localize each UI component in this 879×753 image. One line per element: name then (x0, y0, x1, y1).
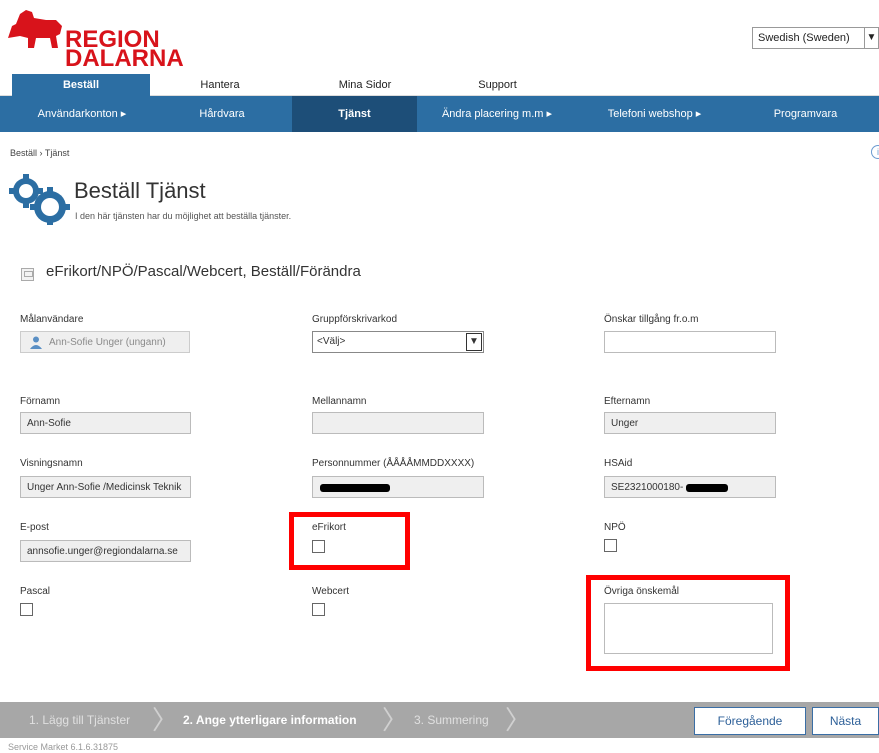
fornamn-field[interactable]: Ann-Sofie (20, 412, 191, 434)
personnummer-label: Personnummer (ÅÅÅÅMMDDXXXX) (312, 458, 475, 469)
chevron-right-icon: 〉 (152, 705, 179, 735)
chevron-right-icon: 〉 (505, 705, 532, 735)
language-value: Swedish (Sweden) (758, 32, 850, 44)
info-icon[interactable]: i (871, 145, 879, 159)
header: REGION DALARNA Swedish (Sweden) ▼ (0, 0, 879, 72)
section-title: eFrikort/NPÖ/Pascal/Webcert, Beställ/För… (46, 263, 361, 280)
npo-label: NPÖ (604, 522, 626, 533)
page-title: Beställ Tjänst (74, 178, 206, 203)
logo-line-2: DALARNA (65, 45, 184, 72)
visningsnamn-label: Visningsnamn (20, 458, 83, 469)
chevron-down-icon: ▼ (864, 28, 878, 48)
onskar-tillgang-input[interactable] (604, 331, 776, 353)
previous-button[interactable]: Föregående (694, 707, 806, 735)
nav-tab-bestall[interactable]: Beställ (12, 74, 150, 96)
gears-icon (9, 174, 70, 225)
dala-horse-icon (8, 10, 62, 48)
hsaid-label: HSAid (604, 458, 633, 469)
malanvandare-value: Ann-Sofie Unger (ungann) (49, 337, 166, 348)
page-subtitle: I den här tjänsten har du möjlighet att … (75, 211, 292, 221)
redacted-mark (320, 484, 390, 492)
chevron-down-icon: ▼ (466, 333, 482, 351)
subnav-hardvara[interactable]: Hårdvara (152, 96, 292, 132)
fornamn-label: Förnamn (20, 396, 61, 407)
malanvandare-field[interactable]: Ann-Sofie Unger (ungann) (20, 331, 190, 353)
efternamn-field[interactable]: Unger (604, 412, 776, 434)
highlight-box (586, 575, 790, 671)
onskar-tillgang-label: Önskar tillgång fr.o.m (604, 314, 699, 325)
efternamn-label: Efternamn (604, 396, 651, 407)
redacted-mark (686, 484, 728, 492)
subnav-andra-placering[interactable]: Ändra placering m.m ▸ (417, 96, 577, 132)
section-icon (21, 268, 34, 281)
webcert-checkbox[interactable] (312, 603, 325, 616)
mellannamn-field[interactable] (312, 412, 484, 434)
version-text: Service Market 6.1.6.31875 (8, 742, 119, 752)
epost-field[interactable]: annsofie.unger@regiondalarna.se (20, 540, 191, 562)
pascal-label: Pascal (20, 586, 51, 597)
nav-tab-mina-sidor[interactable]: Mina Sidor (290, 74, 440, 96)
next-button[interactable]: Nästa (812, 707, 879, 735)
nav-tab-support[interactable]: Support (440, 74, 555, 96)
wizard-step-3[interactable]: 3. Summering (414, 702, 489, 738)
gruppforskrivarkod-label: Gruppförskrivarkod (312, 314, 398, 325)
subnav-anvandarkonton[interactable]: Användarkonton ▸ (12, 96, 152, 132)
highlight-box (289, 512, 410, 570)
pascal-checkbox[interactable] (20, 603, 33, 616)
breadcrumb[interactable]: Beställ › Tjänst (10, 148, 69, 158)
sub-nav: Användarkonton ▸ Hårdvara Tjänst Ändra p… (0, 96, 879, 132)
wizard-step-2[interactable]: 2. Ange ytterligare information (183, 702, 357, 738)
wizard-step-1[interactable]: 1. Lägg till Tjänster (29, 702, 130, 738)
main-nav: Beställ Hantera Mina Sidor Support (0, 74, 879, 96)
malanvandare-label: Målanvändare (20, 314, 84, 325)
mellannamn-label: Mellannamn (312, 396, 367, 407)
gruppforskrivarkod-select[interactable]: <Välj> ▼ (312, 331, 484, 353)
visningsnamn-field[interactable]: Unger Ann-Sofie /Medicinsk Teknik (20, 476, 191, 498)
nav-tab-hantera[interactable]: Hantera (150, 74, 290, 96)
region-dalarna-logo[interactable]: REGION DALARNA (6, 8, 184, 71)
language-select[interactable]: Swedish (Sweden) ▼ (752, 27, 879, 49)
epost-label: E-post (20, 522, 49, 533)
webcert-label: Webcert (312, 586, 350, 597)
subnav-programvara[interactable]: Programvara (732, 96, 879, 132)
user-icon (30, 336, 42, 349)
subnav-tjanst[interactable]: Tjänst (292, 96, 417, 132)
chevron-right-icon: 〉 (382, 705, 409, 735)
npo-checkbox[interactable] (604, 539, 617, 552)
subnav-telefoni-webshop[interactable]: Telefoni webshop ▸ (577, 96, 732, 132)
gruppforskrivarkod-value: <Välj> (317, 336, 346, 347)
